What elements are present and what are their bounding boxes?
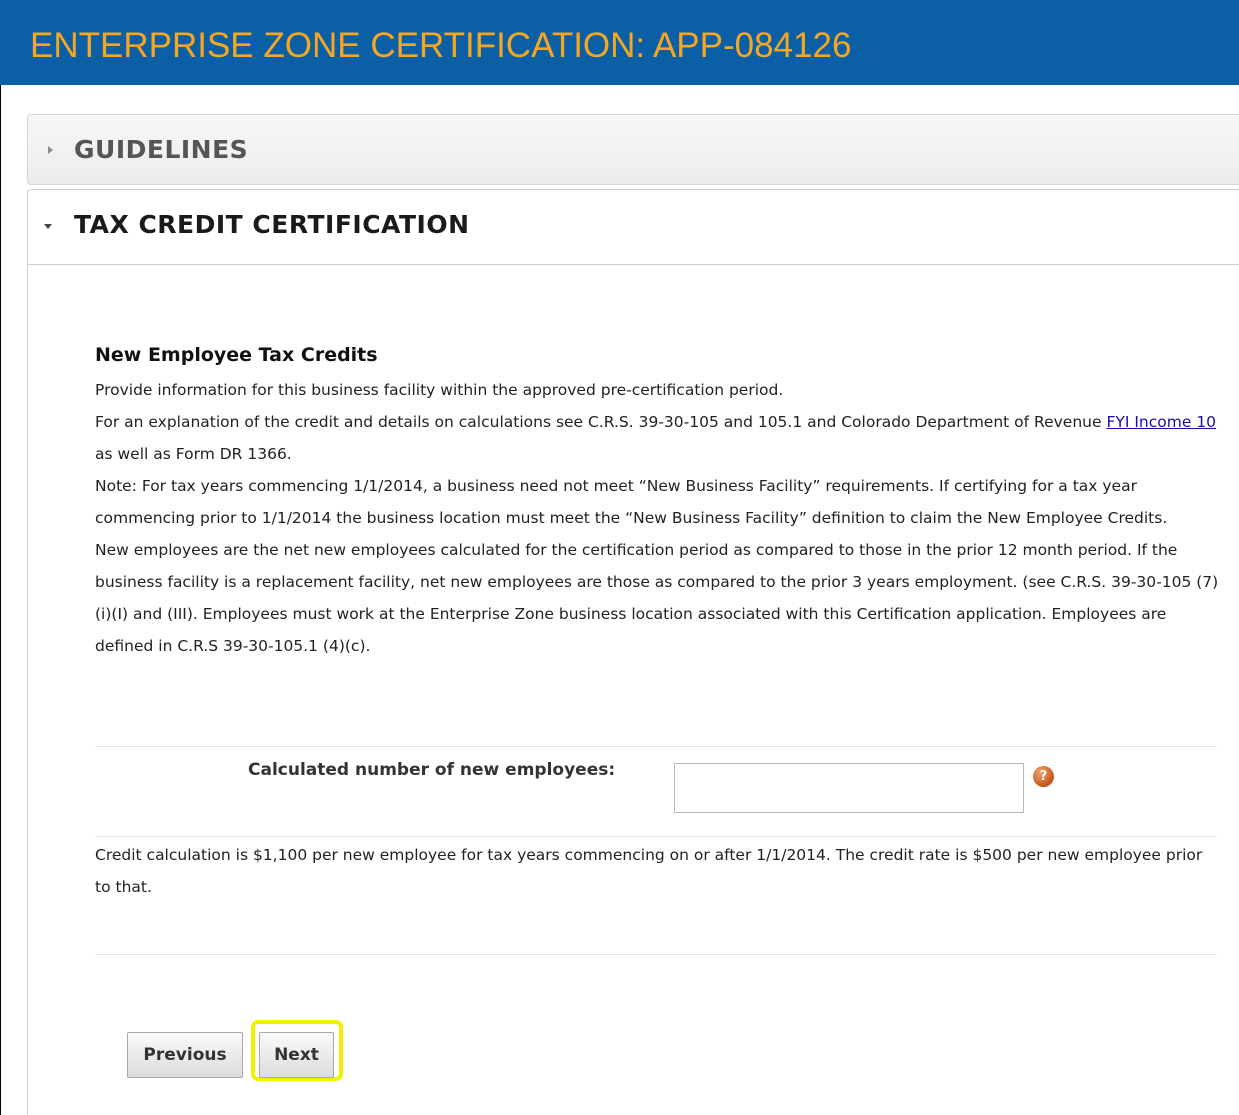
explanation-text: For an explanation of the credit and det… xyxy=(95,413,1107,431)
fyi-income-link[interactable]: FYI Income 10 xyxy=(1106,413,1216,431)
left-border xyxy=(0,85,1,1115)
new-employees-input[interactable] xyxy=(674,763,1024,813)
previous-button[interactable]: Previous xyxy=(127,1032,243,1078)
intro-paragraph: Provide information for this business fa… xyxy=(95,374,1220,662)
page-header: ENTERPRISE ZONE CERTIFICATION: APP-08412… xyxy=(0,0,1239,85)
divider xyxy=(95,746,1217,747)
triangle-right-icon xyxy=(48,146,53,154)
section-heading: New Employee Tax Credits xyxy=(95,344,378,366)
tax-credit-title[interactable]: TAX CREDIT CERTIFICATION xyxy=(74,210,470,239)
note-text: Note: For tax years commencing 1/1/2014,… xyxy=(95,477,1168,527)
divider xyxy=(95,836,1217,837)
tax-credit-panel-header[interactable]: TAX CREDIT CERTIFICATION xyxy=(28,190,1239,265)
guidelines-panel[interactable]: GUIDELINES xyxy=(27,114,1239,185)
triangle-down-icon xyxy=(44,224,52,229)
explanation-suffix: as well as Form DR 1366. xyxy=(95,445,292,463)
question-mark-icon[interactable]: ? xyxy=(1033,766,1054,787)
new-employees-label: Calculated number of new employees: xyxy=(248,760,616,780)
credit-calculation-note: Credit calculation is $1,100 per new emp… xyxy=(95,846,1203,896)
guidelines-title[interactable]: GUIDELINES xyxy=(74,135,248,164)
next-button[interactable]: Next xyxy=(259,1032,334,1078)
new-employees-text: New employees are the net new employees … xyxy=(95,541,1219,655)
intro-line: Provide information for this business fa… xyxy=(95,381,784,399)
divider xyxy=(95,954,1217,955)
page-title: ENTERPRISE ZONE CERTIFICATION: APP-08412… xyxy=(30,26,852,65)
